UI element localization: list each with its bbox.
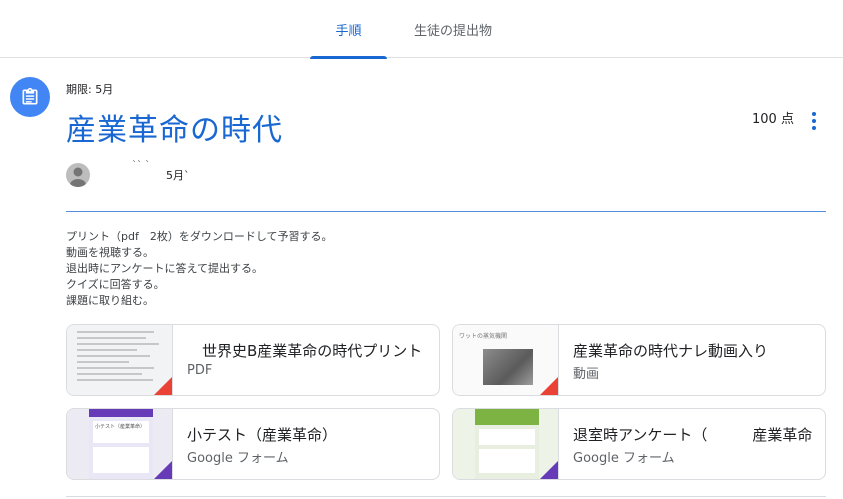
section-divider [66, 496, 826, 497]
assignment-title: 産業革命の時代 [66, 113, 283, 148]
form-thumbnail: 小テスト（産業革命） [67, 409, 173, 479]
instruction-line: 動画を視聴する。 [66, 246, 154, 259]
form-type-corner [540, 461, 558, 479]
instructions: プリント（pdf 2枚）をダウンロードして予習する。 動画を視聴する。 退出時に… [66, 229, 333, 309]
tab-instructions-label: 手順 [335, 23, 362, 39]
attachment-card-pdf[interactable]: 世界史B産業革命の時代プリント PDF [66, 324, 440, 396]
pdf-type-corner [154, 377, 172, 395]
instruction-line: 退出時にアンケートに答えて提出する。 [66, 262, 264, 275]
avatar [66, 163, 90, 187]
tab-active-indicator [310, 56, 387, 59]
header-divider [66, 211, 826, 212]
form-type-corner [154, 461, 172, 479]
tab-bar: 手順 生徒の提出物 [0, 0, 843, 59]
tab-student-work[interactable]: 生徒の提出物 [398, 0, 508, 58]
instruction-line: クイズに回答する。 [66, 278, 165, 291]
attachment-card-survey[interactable]: 退室時アンケート（ 産業革命 Google フォーム [452, 408, 826, 480]
attachment-title: 産業革命の時代ナレ動画入り [573, 342, 769, 360]
attachment-type: 動画 [573, 367, 600, 382]
due-date: 期限: 5月 [66, 83, 114, 96]
attachment-card-video[interactable]: ワットの蒸気機関 産業革命の時代ナレ動画入り 動画 [452, 324, 826, 396]
attachment-title: 退室時アンケート（ 産業革命 [573, 426, 813, 444]
assignment-points: 100 点 [752, 112, 794, 127]
attachment-type: Google フォーム [573, 451, 675, 466]
video-thumbnail: ワットの蒸気機関 [453, 325, 559, 395]
attachment-card-quiz[interactable]: 小テスト（産業革命） 小テスト（産業革命） Google フォーム [66, 408, 440, 480]
attachment-type: PDF [187, 363, 213, 378]
instruction-line: プリント（pdf 2枚）をダウンロードして予習する。 [66, 230, 333, 243]
author-name: `` ` [132, 160, 151, 171]
pdf-thumbnail [67, 325, 173, 395]
assignment-icon [10, 77, 50, 117]
quiz-thumb-caption: 小テスト（産業革命） [95, 424, 146, 430]
steam-engine-photo [483, 349, 533, 385]
instruction-line: 課題に取り組む。 [66, 294, 154, 307]
tab-instructions[interactable]: 手順 [310, 0, 387, 59]
clipboard-icon [22, 87, 38, 105]
video-thumb-caption: ワットの蒸気機関 [459, 333, 508, 340]
attachment-title: 小テスト（産業革命） [187, 426, 338, 444]
attachment-title: 世界史B産業革命の時代プリント [187, 342, 423, 360]
form-thumbnail [453, 409, 559, 479]
posted-date: 5月` [166, 169, 190, 182]
person-icon [70, 167, 86, 187]
attachment-type: Google フォーム [187, 451, 289, 466]
tab-student-work-label: 生徒の提出物 [413, 23, 492, 39]
video-type-corner [540, 377, 558, 395]
more-options-icon[interactable] [803, 109, 825, 133]
